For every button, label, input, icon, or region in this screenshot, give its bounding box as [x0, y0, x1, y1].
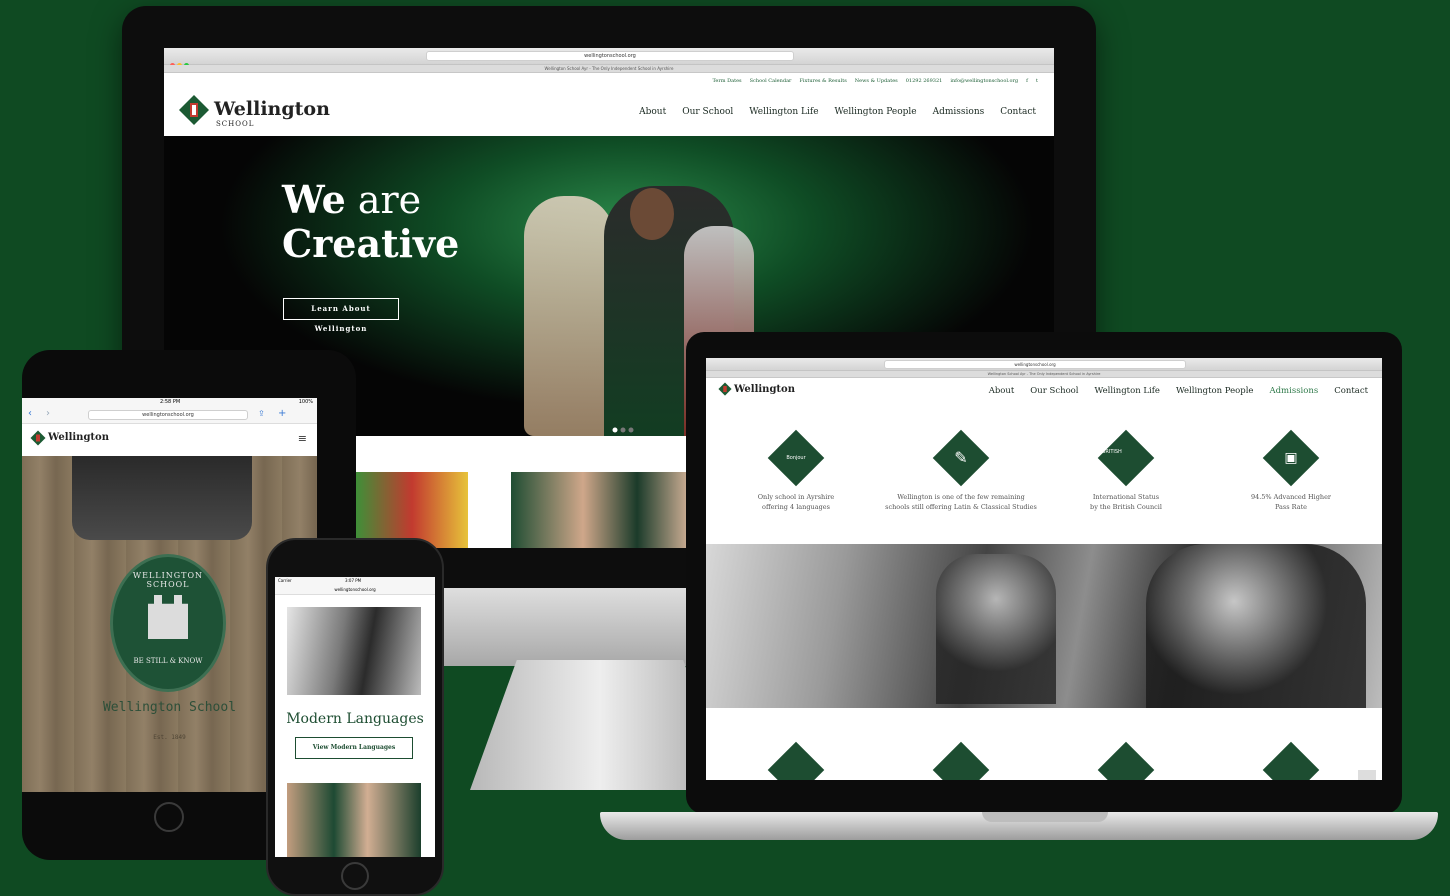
phone-link[interactable]: 01292 269321: [906, 78, 943, 84]
new-tab-icon[interactable]: +: [278, 408, 286, 419]
pupils-photo: [511, 472, 691, 548]
nav-admissions[interactable]: Admissions: [933, 107, 985, 117]
mb-logo-text[interactable]: Wellington: [734, 384, 795, 395]
mb-nav-contact[interactable]: Contact: [1334, 386, 1368, 396]
hero-word-we: We: [282, 177, 346, 222]
browser-toolbar: wellingtonschool.org: [164, 48, 1054, 68]
feature-languages-line1: Only school in Ayrshire: [757, 493, 835, 501]
british-council-icon: BRITISH COUNCIL: [1097, 429, 1155, 495]
mb-nav-wellington-people[interactable]: Wellington People: [1176, 386, 1254, 396]
typewriter-image: [72, 456, 252, 540]
students-photo: [287, 783, 421, 857]
ipad-crest-icon[interactable]: [30, 430, 46, 446]
feature-latin: Wellington is one of the few remaining s…: [876, 492, 1046, 512]
address-bar[interactable]: wellingtonschool.org: [426, 51, 794, 61]
collaboration-icon: [1097, 741, 1155, 780]
language-class-photo: [287, 607, 421, 695]
ipad-home-button[interactable]: [154, 802, 184, 832]
ipad-time: 2:58 PM: [160, 399, 181, 405]
mb-nav-about[interactable]: About: [989, 386, 1015, 396]
nav-about[interactable]: About: [639, 107, 666, 117]
logo-subtitle: SCHOOL: [216, 120, 255, 128]
ipad-address-bar[interactable]: wellingtonschool.org: [88, 410, 248, 420]
nav-contact[interactable]: Contact: [1000, 107, 1036, 117]
crest-motto: BE STILL & KNOW: [133, 657, 203, 665]
ipad-site-header: Wellington ≡: [22, 424, 317, 456]
logo-wordmark[interactable]: Wellington: [214, 98, 330, 120]
ipad-toolbar: ‹ › wellingtonschool.org ⇪ +: [22, 407, 317, 424]
ipad-logo-text[interactable]: Wellington: [48, 432, 109, 443]
mb-nav-our-school[interactable]: Our School: [1030, 386, 1078, 396]
iphone-home-button[interactable]: [341, 862, 369, 890]
email-link[interactable]: info@wellingtonschool.org: [950, 78, 1018, 84]
browser-tab[interactable]: Wellington School Ayr - The Only Indepen…: [164, 65, 1054, 73]
iphone-status-bar: Carrier 3:07 PM: [275, 577, 435, 585]
learn-about-button[interactable]: Learn About Wellington: [283, 298, 399, 333]
utility-bar: Term Dates School Calendar Fixtures & Resu…: [438, 78, 1038, 84]
fixtures-link[interactable]: Fixtures & Results: [799, 78, 846, 84]
news-link[interactable]: News & Updates: [855, 78, 898, 84]
calendar-link[interactable]: School Calendar: [750, 78, 792, 84]
view-languages-button[interactable]: View Modern Languages: [295, 737, 413, 759]
carousel-indicators[interactable]: [612, 418, 636, 433]
ipad-status-bar: 2:58 PM 100%: [22, 398, 317, 407]
nav-our-school[interactable]: Our School: [682, 107, 733, 117]
feature-international: International Status by the British Coun…: [1062, 492, 1190, 512]
mb-crest-icon[interactable]: [718, 382, 732, 396]
community-icon: [767, 741, 825, 780]
certificate-icon: ▣: [1262, 429, 1320, 487]
mb-main-nav: About Our School Wellington Life Wellington…: [973, 386, 1368, 396]
crest-top-text: WELLINGTON SCHOOL: [132, 571, 204, 589]
hero-word-creative: Creative: [282, 221, 460, 266]
hero-heading: We are Creative: [282, 178, 459, 266]
mb-browser-toolbar: wellingtonschool.org: [706, 358, 1382, 376]
iphone-address-bar[interactable]: wellingtonschool.org: [275, 585, 435, 595]
classroom-photo: [706, 544, 1382, 708]
term-dates-link[interactable]: Term Dates: [712, 78, 741, 84]
forward-arrow-icon[interactable]: ›: [46, 408, 50, 419]
carrier-label: Carrier: [278, 578, 292, 583]
main-nav: About Our School Wellington Life Wellington…: [623, 107, 1036, 117]
quill-icon: ✎: [932, 429, 990, 487]
hamburger-menu-icon[interactable]: ≡: [298, 432, 307, 445]
mb-address-bar[interactable]: wellingtonschool.org: [884, 360, 1186, 369]
speech-bubble-icon: Bonjour: [767, 429, 825, 487]
children-photo: [356, 472, 468, 548]
feature-languages: Only school in Ayrshire offering 4 langu…: [732, 492, 860, 512]
school-crest-logo[interactable]: [178, 94, 210, 126]
facebook-icon[interactable]: f: [1026, 78, 1028, 84]
feature-international-line1: International Status: [1092, 493, 1160, 501]
back-arrow-icon[interactable]: ‹: [28, 408, 32, 419]
modern-languages-heading: Modern Languages: [286, 711, 424, 727]
feature-pass-rate-line1: 94.5% Advanced Higher: [1250, 493, 1332, 501]
mannequin-image: [524, 196, 614, 436]
feature-latin-line1: Wellington is one of the few remaining: [897, 493, 1025, 501]
iphone-screen: Carrier 3:07 PM wellingtonschool.org Mod…: [275, 577, 435, 857]
feature-languages-line2: offering 4 languages: [762, 503, 830, 511]
feature-international-line2: by the British Council: [1090, 503, 1162, 511]
feature-latin-line2: schools still offering Latin & Classical…: [885, 503, 1037, 511]
share-icon[interactable]: ⇪: [258, 409, 265, 418]
mb-nav-admissions[interactable]: Admissions: [1269, 386, 1318, 396]
feature-pass-rate: 94.5% Advanced Higher Pass Rate: [1227, 492, 1355, 512]
castle-icon: [148, 595, 188, 639]
school-crest-emblem: WELLINGTON SCHOOL BE STILL & KNOW: [110, 554, 226, 692]
iphone-time: 3:07 PM: [345, 578, 362, 583]
mb-nav-wellington-life[interactable]: Wellington Life: [1095, 386, 1160, 396]
hero-word-are: are: [357, 178, 422, 222]
feature-pass-rate-line2: Pass Rate: [1274, 503, 1308, 511]
mb-browser-tab[interactable]: Wellington School Ayr - The Only Indepen…: [706, 371, 1382, 378]
people-group-icon: [932, 741, 990, 780]
student-head-image: [630, 188, 674, 240]
bonjour-text: Bonjour: [786, 455, 806, 461]
nav-wellington-life[interactable]: Wellington Life: [749, 107, 818, 117]
macbook-notch: [982, 812, 1108, 822]
macbook-screen: wellingtonschool.org Wellington School A…: [706, 358, 1382, 780]
ipad-battery: 100%: [298, 399, 313, 405]
scroll-to-top-button[interactable]: [1358, 770, 1376, 780]
growth-plant-icon: [1262, 741, 1320, 780]
nav-wellington-people[interactable]: Wellington People: [835, 107, 917, 117]
twitter-icon[interactable]: t: [1036, 78, 1038, 84]
